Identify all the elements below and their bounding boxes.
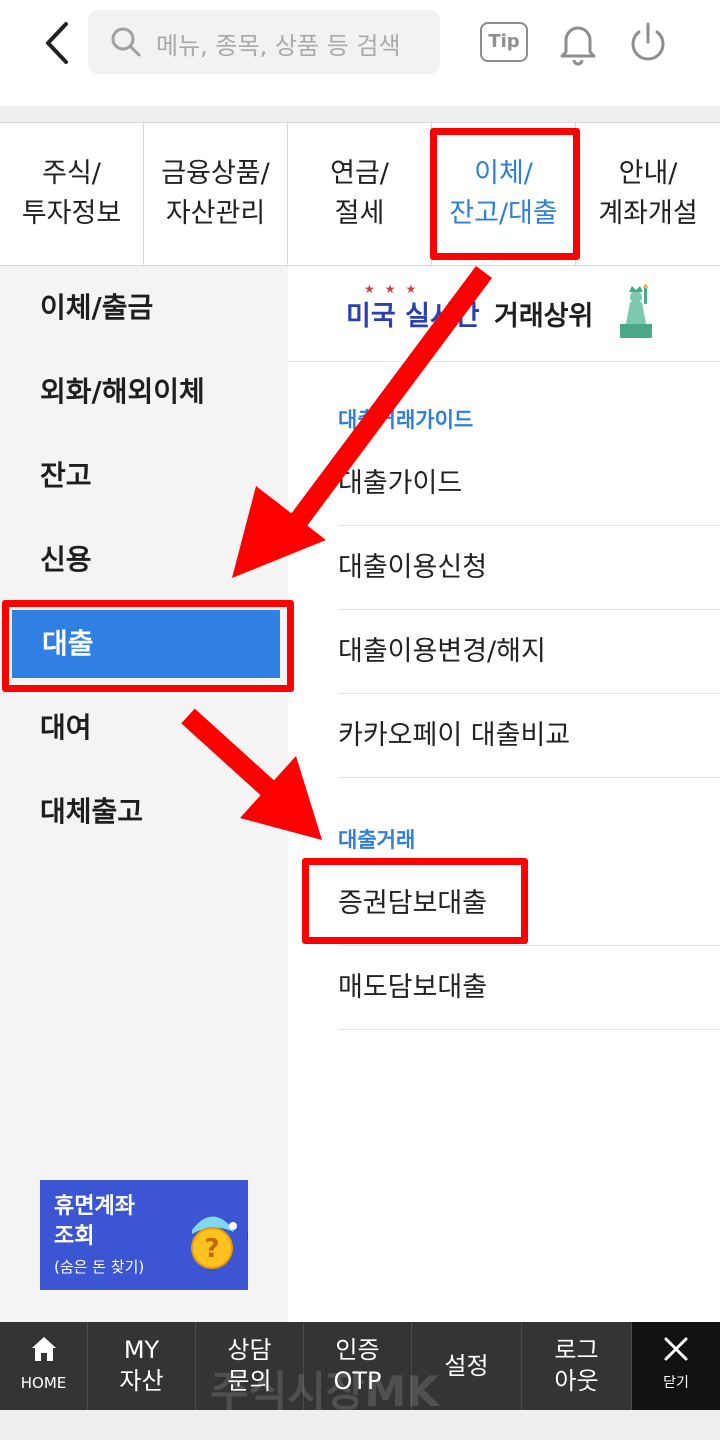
- nav-home-label: HOME: [20, 1373, 67, 1392]
- nav-logout[interactable]: 로그 아웃: [522, 1322, 632, 1410]
- highlight-box-tab: [430, 128, 580, 260]
- tab-label-line2: 계좌개설: [598, 198, 698, 229]
- left-menu-item-credit[interactable]: 신용: [0, 518, 288, 602]
- submenu-item-loan-change[interactable]: 대출이용변경/해지: [338, 610, 720, 694]
- search-placeholder: 메뉴, 종목, 상품 등 검색: [156, 32, 401, 60]
- home-icon: [31, 1336, 56, 1361]
- us-stock-ranking-banner[interactable]: ★★★ 미국 실시간 거래상위: [288, 266, 720, 362]
- chevron-right-icon: [247, 1231, 248, 1243]
- nav-close-label: 닫기: [663, 1374, 689, 1391]
- tab-label-line2: 투자정보: [21, 198, 122, 229]
- submenu-panel: ★★★ 미국 실시간 거래상위 대출거래가이드 대출가이드 대출이용신청 대출이…: [288, 266, 720, 1322]
- submenu-item-loan-guide[interactable]: 대출가이드: [338, 442, 720, 526]
- tab-pension[interactable]: 연금/ 절세: [288, 123, 432, 265]
- category-tabs: 주식/ 투자정보 금융상품/ 자산관리 연금/ 절세 이체/ 잔고/대출 안내/…: [0, 122, 720, 266]
- banner-title: 휴면계좌 조회: [54, 1192, 154, 1252]
- tab-stocks[interactable]: 주식/ 투자정보: [0, 123, 144, 265]
- submenu-item-loan-apply[interactable]: 대출이용신청: [338, 526, 720, 610]
- promo-label-left: 미국 실시간: [346, 301, 480, 332]
- left-menu-item-withdrawal[interactable]: 대체출고: [0, 770, 288, 854]
- nav-label-line1: 설정: [444, 1351, 489, 1380]
- tab-financial-products[interactable]: 금융상품/ 자산관리: [144, 123, 288, 265]
- tab-label-line1: 금융상품/: [161, 158, 270, 189]
- dormant-account-banner[interactable]: 휴면계좌 조회 (숨은 돈 찾기) ?: [40, 1180, 248, 1290]
- left-menu-item-forex[interactable]: 외화/해외이체: [0, 350, 288, 434]
- tab-guide-account[interactable]: 안내/ 계좌개설: [576, 123, 720, 265]
- power-icon: [631, 22, 665, 61]
- top-header: 메뉴, 종목, 상품 등 검색 Tip: [0, 0, 720, 106]
- nav-label-line1: MY: [123, 1336, 160, 1364]
- svg-text:?: ?: [204, 1234, 219, 1264]
- nav-label-line2: 자산: [119, 1367, 164, 1395]
- left-menu-item-lending[interactable]: 대여: [0, 686, 288, 770]
- search-icon: [111, 27, 141, 57]
- nav-my-assets[interactable]: MY 자산: [88, 1322, 196, 1410]
- notification-button[interactable]: [556, 20, 600, 66]
- tab-label-line2: 절세: [334, 198, 385, 229]
- left-menu: 이체/출금 외화/해외이체 잔고 신용 대출 대여 대체출고: [0, 266, 288, 1322]
- promo-label-right: 거래상위: [494, 301, 594, 332]
- submenu-item-kakaopay-compare[interactable]: 카카오페이 대출비교: [338, 694, 720, 778]
- tip-button[interactable]: Tip: [480, 22, 528, 62]
- watermark: 주식시장MK: [210, 1367, 439, 1416]
- tab-label-line2: 자산관리: [165, 198, 266, 229]
- left-menu-item-transfer[interactable]: 이체/출금: [0, 266, 288, 350]
- statue-of-liberty-icon: [620, 284, 652, 338]
- banner-title-line2: 조회: [54, 1224, 95, 1249]
- left-menu-item-balance[interactable]: 잔고: [0, 434, 288, 518]
- highlight-box-loan: [2, 600, 294, 692]
- nav-label-line2: 아웃: [554, 1367, 599, 1395]
- nav-home[interactable]: HOME: [0, 1322, 88, 1410]
- back-button[interactable]: [36, 18, 80, 68]
- tab-label-line1: 주식/: [42, 158, 101, 189]
- banner-subtitle: (숨은 돈 찾기): [54, 1258, 145, 1276]
- tab-label-line1: 연금/: [330, 158, 389, 189]
- nav-close[interactable]: 닫기: [632, 1322, 720, 1410]
- bell-icon: [560, 26, 596, 66]
- power-button[interactable]: [626, 20, 670, 66]
- nav-label-line1: 로그: [554, 1336, 599, 1364]
- banner-title-line1: 휴면계좌: [54, 1194, 135, 1219]
- section-label-loan-trade: 대출거래: [338, 828, 416, 852]
- header-divider: [0, 106, 720, 122]
- search-input[interactable]: 메뉴, 종목, 상품 등 검색: [88, 10, 440, 74]
- highlight-box-securities-loan: [302, 858, 528, 944]
- submenu-item-sale-collateral-loan[interactable]: 매도담보대출: [338, 946, 720, 1030]
- question-coin-icon: ?: [191, 1216, 237, 1269]
- chevron-left-icon: [46, 22, 68, 64]
- close-icon: [664, 1337, 688, 1360]
- section-label-loan-guide: 대출거래가이드: [338, 408, 474, 432]
- tab-label-line1: 안내/: [618, 158, 678, 189]
